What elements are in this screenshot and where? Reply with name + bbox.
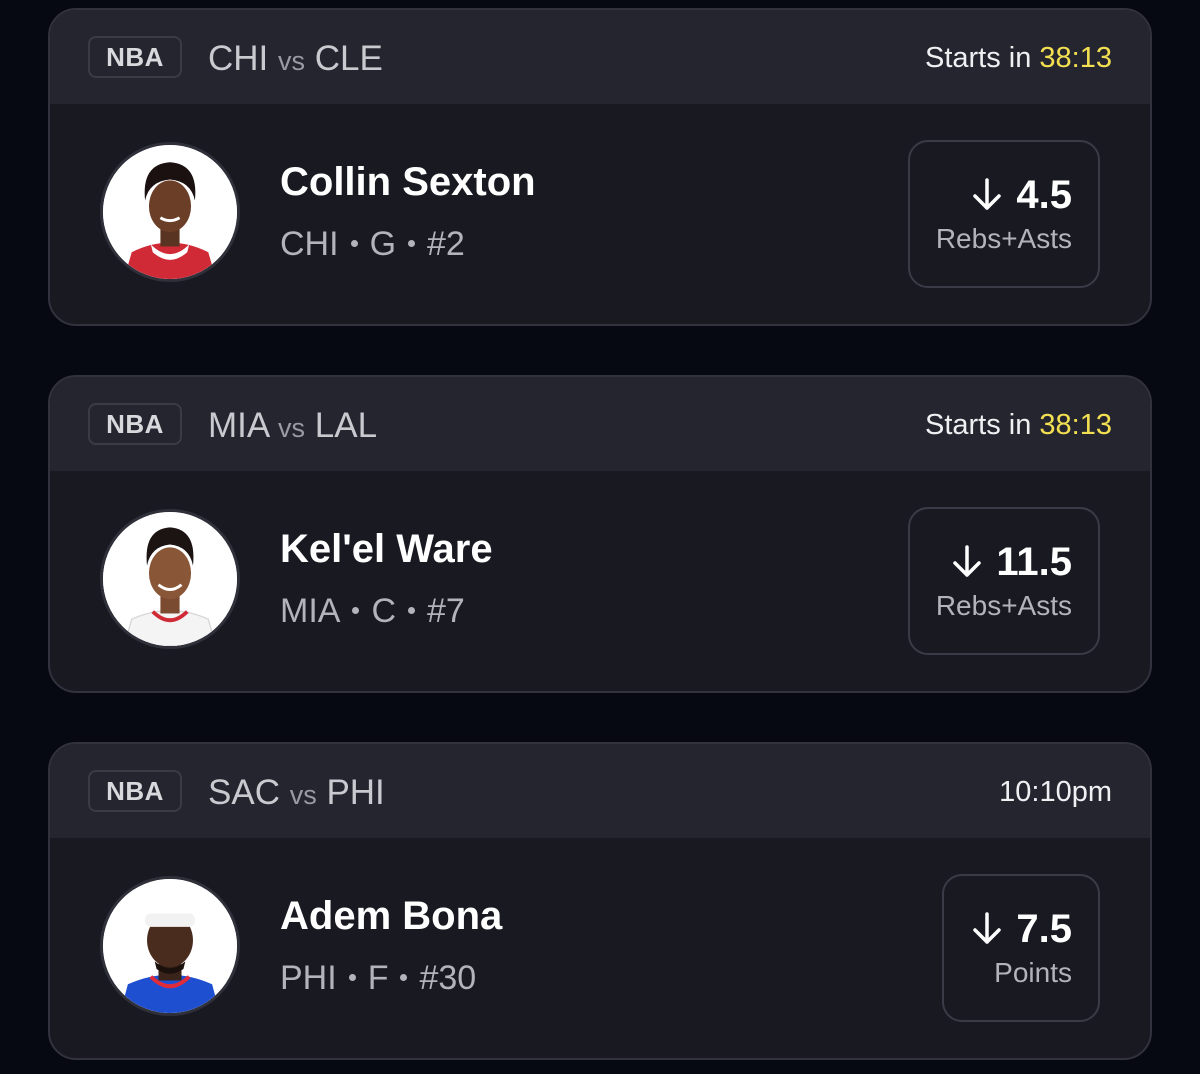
line-value: 11.5: [996, 540, 1072, 584]
starts-in-label: Starts in: [924, 409, 1040, 441]
player-headshot-icon: [103, 512, 237, 646]
card-header: NBA CHI vs CLE Starts in 38:13: [50, 10, 1150, 104]
player-name: Kel'el Ware: [280, 527, 493, 571]
player-team: PHI: [280, 959, 337, 997]
player-position: G: [369, 225, 397, 263]
player-position: F: [367, 959, 389, 997]
player-headshot-icon: [103, 145, 237, 279]
line-top: 4.5: [970, 171, 1072, 219]
stat-type: Rebs+Asts: [935, 223, 1072, 254]
stat-type: Rebs+Asts: [935, 590, 1072, 621]
game-time: 10:10pm: [999, 772, 1112, 812]
away-team: PHI: [326, 773, 385, 812]
separator-dot: [400, 973, 408, 981]
separator-dot: [350, 239, 358, 247]
line-button[interactable]: 11.5 Rebs+Asts: [907, 507, 1100, 655]
matchup: SAC vs PHI: [208, 772, 385, 816]
arrow-down-icon: [953, 545, 982, 577]
line-button[interactable]: 4.5 Rebs+Asts: [907, 140, 1100, 288]
player-headshot-icon: [103, 879, 237, 1013]
player-avatar: [100, 142, 240, 282]
player-position: C: [371, 592, 397, 630]
matchup: CHI vs CLE: [208, 38, 383, 82]
pick-card[interactable]: NBA MIA vs LAL Starts in 38:13 Kel'el Wa…: [48, 375, 1152, 693]
player-number: #30: [419, 959, 477, 997]
league-badge: NBA: [88, 36, 182, 78]
player-meta: PHI F #30: [280, 958, 476, 998]
matchup: MIA vs LAL: [208, 405, 377, 449]
card-header: NBA SAC vs PHI 10:10pm: [50, 744, 1150, 838]
home-team: CHI: [208, 39, 269, 78]
separator-dot: [352, 606, 360, 614]
separator-dot: [408, 239, 416, 247]
game-time: Starts in 38:13: [925, 38, 1112, 78]
player-meta: CHI G #2: [280, 224, 465, 264]
arrow-down-icon: [973, 912, 1002, 944]
separator-dot: [408, 606, 416, 614]
home-team: SAC: [208, 773, 280, 812]
vs-label: vs: [289, 780, 317, 810]
player-team: CHI: [280, 225, 339, 263]
line-value: 4.5: [1016, 173, 1072, 217]
vs-label: vs: [278, 413, 306, 443]
away-team: LAL: [314, 406, 378, 445]
separator-dot: [348, 973, 356, 981]
starts-in-label: Starts in: [924, 42, 1040, 74]
countdown: 38:13: [1039, 42, 1112, 74]
pick-card[interactable]: NBA SAC vs PHI 10:10pm Adem Bona PHI F #30…: [48, 742, 1152, 1060]
player-avatar: [100, 509, 240, 649]
player-number: #2: [427, 225, 465, 263]
line-button[interactable]: 7.5 Points: [942, 874, 1100, 1022]
game-time: Starts in 38:13: [925, 405, 1112, 445]
home-team: MIA: [208, 406, 269, 445]
player-name: Adem Bona: [280, 894, 503, 938]
line-top: 11.5: [950, 538, 1072, 586]
vs-label: vs: [278, 46, 306, 76]
countdown: 38:13: [1039, 409, 1112, 441]
line-value: 7.5: [1016, 907, 1072, 951]
game-start-time: 10:10pm: [999, 776, 1112, 808]
away-team: CLE: [314, 39, 383, 78]
stat-type: Points: [994, 957, 1072, 988]
league-badge: NBA: [88, 403, 182, 445]
player-number: #7: [427, 592, 465, 630]
player-avatar: [100, 876, 240, 1016]
player-meta: MIA C #7: [280, 591, 465, 631]
card-header: NBA MIA vs LAL Starts in 38:13: [50, 377, 1150, 471]
line-top: 7.5: [970, 905, 1072, 953]
league-badge: NBA: [88, 770, 182, 812]
pick-card[interactable]: NBA CHI vs CLE Starts in 38:13 Collin Se…: [48, 8, 1152, 326]
arrow-down-icon: [973, 178, 1002, 210]
player-name: Collin Sexton: [280, 160, 536, 204]
player-team: MIA: [280, 592, 341, 630]
